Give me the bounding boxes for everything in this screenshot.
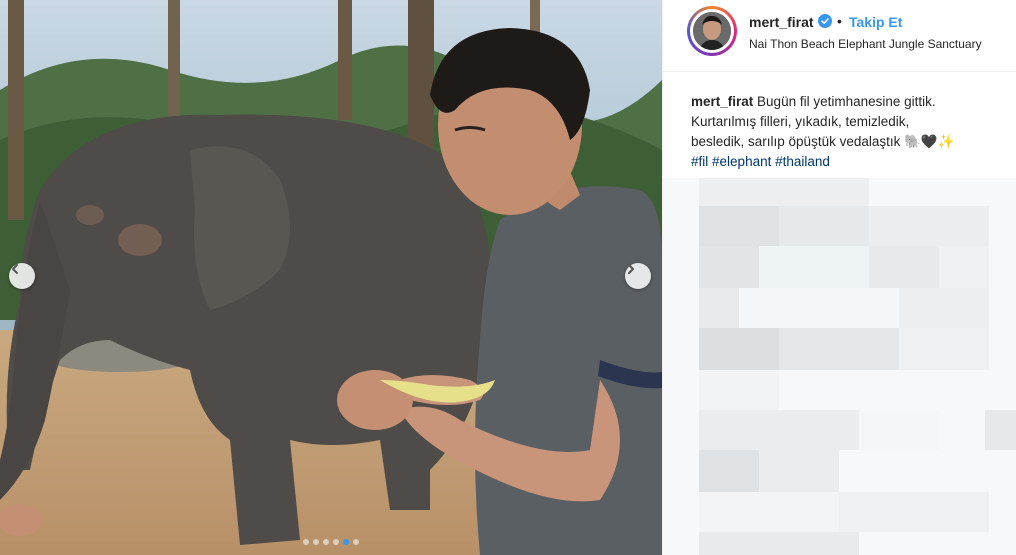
carousel-dot xyxy=(303,539,309,545)
hashtag-link[interactable]: #elephant xyxy=(712,154,771,169)
previous-slide-button[interactable] xyxy=(9,263,35,289)
avatar-photo xyxy=(693,12,731,50)
carousel-dot xyxy=(313,539,319,545)
photo-scene xyxy=(0,0,662,555)
carousel-dot xyxy=(343,539,349,545)
hashtag-link[interactable]: #thailand xyxy=(775,154,830,169)
carousel-dot xyxy=(333,539,339,545)
caption-line-1: Bugün fil yetimhanesine gittik. xyxy=(757,94,936,109)
chevron-right-icon xyxy=(628,264,634,274)
avatar[interactable] xyxy=(687,6,737,56)
separator-dot: • xyxy=(837,13,842,29)
hashtag-link[interactable]: #fil xyxy=(691,154,708,169)
post-caption: mert_firat Bugün fil yetimhanesine gitti… xyxy=(691,92,1003,172)
caption-line-2: Kurtarılmış filleri, yıkadık, temizledik… xyxy=(691,114,910,129)
next-slide-button[interactable] xyxy=(625,263,651,289)
carousel-indicator xyxy=(0,539,662,545)
carousel-dot xyxy=(353,539,359,545)
post-side-panel: mert_firat • Takip Et Nai Thon Beach Ele… xyxy=(662,0,1016,555)
pixelated-comments xyxy=(663,178,1016,555)
hashtag-list: #fil #elephant #thailand xyxy=(691,154,830,169)
post-photo[interactable] xyxy=(0,0,662,555)
caption-username[interactable]: mert_firat xyxy=(691,94,753,109)
carousel-dot xyxy=(323,539,329,545)
username-link[interactable]: mert_firat xyxy=(749,14,814,30)
verified-badge-icon xyxy=(818,14,832,28)
follow-button[interactable]: Takip Et xyxy=(849,14,902,30)
location-link[interactable]: Nai Thon Beach Elephant Jungle Sanctuary xyxy=(749,37,982,51)
post-header: mert_firat • Takip Et Nai Thon Beach Ele… xyxy=(663,0,1016,72)
caption-line-3: besledik, sarılıp öpüştük vedalaştık 🐘🖤✨ xyxy=(691,134,955,149)
chevron-left-icon xyxy=(12,264,18,274)
